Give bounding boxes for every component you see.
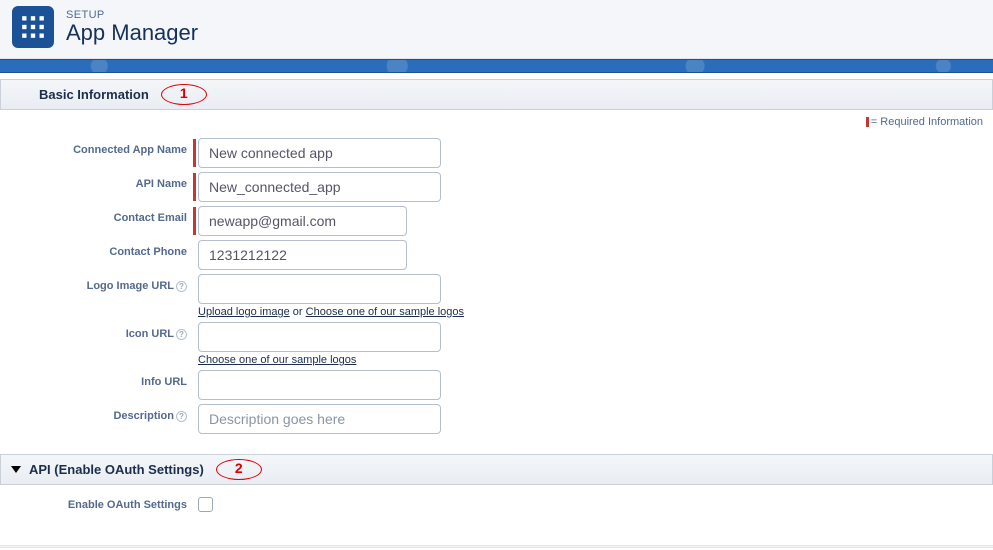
required-indicator-icon: [193, 139, 196, 167]
description-input[interactable]: [198, 404, 441, 434]
icon-url-input[interactable]: [198, 322, 441, 352]
chevron-down-icon: [11, 466, 21, 473]
label-icon-url: Icon URL?: [0, 322, 193, 340]
annotation-callout-1: 1: [161, 84, 207, 105]
label-connected-app-name: Connected App Name: [0, 138, 193, 156]
connected-app-name-input[interactable]: [198, 138, 441, 168]
help-icon[interactable]: ?: [176, 411, 187, 422]
label-info-url: Info URL: [0, 370, 193, 388]
enable-oauth-checkbox[interactable]: [198, 497, 213, 512]
api-settings-form: Enable OAuth Settings: [0, 485, 993, 535]
logo-image-url-input[interactable]: [198, 274, 441, 304]
required-indicator-icon: [193, 173, 196, 201]
upload-logo-link[interactable]: Upload logo image: [198, 306, 290, 318]
label-description: Description?: [0, 404, 193, 422]
section-api-oauth[interactable]: API (Enable OAuth Settings) 2: [0, 454, 993, 485]
help-icon[interactable]: ?: [176, 329, 187, 340]
logo-hint: Upload logo image or Choose one of our s…: [198, 306, 464, 318]
contact-phone-input[interactable]: [198, 240, 407, 270]
choose-sample-logo-link[interactable]: Choose one of our sample logos: [306, 306, 464, 318]
footer-divider: [0, 545, 993, 548]
section-title: Basic Information: [39, 87, 149, 102]
label-enable-oauth: Enable OAuth Settings: [0, 493, 193, 511]
label-logo-image-url: Logo Image URL?: [0, 274, 193, 292]
basic-information-form: Connected App Name API Name Contact Emai…: [0, 130, 993, 448]
api-name-input[interactable]: [198, 172, 441, 202]
required-info-note: = Required Information: [0, 110, 993, 130]
required-indicator-icon: [866, 117, 869, 127]
annotation-callout-2: 2: [216, 459, 262, 480]
help-icon[interactable]: ?: [176, 281, 187, 292]
section-basic-information: Basic Information 1: [0, 79, 993, 110]
icon-hint: Choose one of our sample logos: [198, 354, 441, 366]
label-contact-email: Contact Email: [0, 206, 193, 224]
label-contact-phone: Contact Phone: [0, 240, 193, 258]
required-indicator-icon: [193, 207, 196, 235]
label-api-name: API Name: [0, 172, 193, 190]
page-header: SETUP App Manager: [0, 0, 993, 59]
section-title: API (Enable OAuth Settings): [29, 462, 204, 477]
contact-email-input[interactable]: [198, 206, 407, 236]
app-launcher-icon: [12, 6, 54, 48]
decorative-strip: [0, 59, 993, 73]
page-title: App Manager: [66, 21, 198, 45]
info-url-input[interactable]: [198, 370, 441, 400]
choose-sample-icon-link[interactable]: Choose one of our sample logos: [198, 354, 356, 366]
